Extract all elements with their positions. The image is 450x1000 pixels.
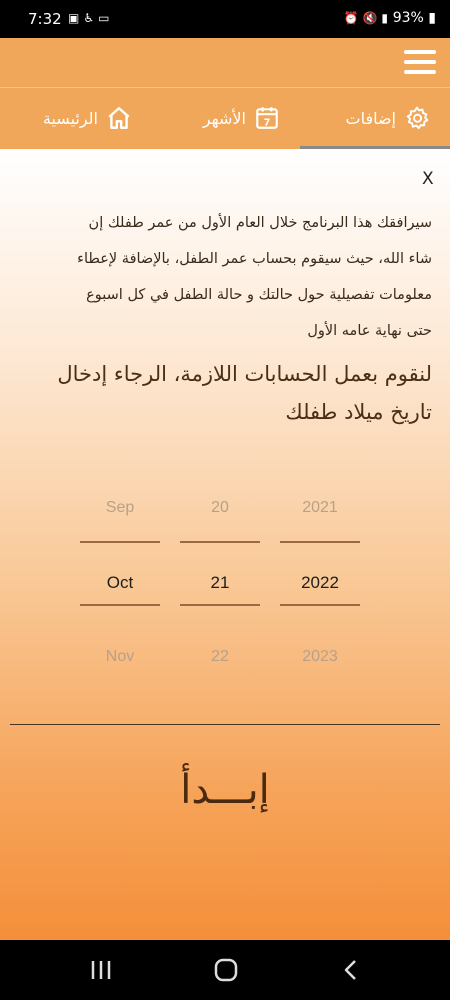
intro-line: شاء الله، حيث سيقوم بحساب عمر الطفل، بال… [77, 251, 432, 267]
prompt-line: تاريخ ميلاد طفلك [285, 400, 432, 424]
battery-percent: 93% [392, 10, 424, 26]
home-nav-icon[interactable] [211, 958, 241, 982]
tab-months-label: الأشهر [202, 108, 246, 128]
picker-divider [180, 541, 260, 543]
day-next[interactable]: 22 [180, 648, 260, 666]
day-prev[interactable]: 20 [180, 499, 260, 517]
gear-icon [406, 106, 429, 130]
status-bar: 7:32 ▣♿▭ ⏰🔇▮ 93% ▮ [0, 0, 450, 38]
picker-divider [80, 604, 160, 606]
recent-apps-icon[interactable] [86, 958, 116, 982]
month-selected[interactable]: Oct [80, 573, 160, 593]
close-button[interactable]: X [422, 169, 434, 189]
content-divider [10, 724, 440, 725]
tab-home-label: الرئيسية [42, 108, 98, 128]
mute-icon: 🔇 [362, 11, 382, 25]
image-icon: ▣ [68, 11, 84, 25]
picker-divider [80, 541, 160, 543]
day-selected[interactable]: 21 [180, 573, 260, 593]
intro-line: حتى نهاية عامه الأول [307, 323, 432, 339]
home-icon [108, 107, 130, 129]
intro-line: سيرافقك هذا البرنامج خلال العام الأول من… [88, 215, 432, 231]
picker-divider [280, 604, 360, 606]
month-prev[interactable]: Sep [80, 499, 160, 517]
tab-home[interactable]: الرئيسية [22, 88, 132, 148]
calendar-badge: 7 [264, 118, 271, 129]
tab-addons-label: إضافات [345, 108, 397, 128]
tab-bar: الرئيسية 7 الأشهر إضافات [0, 88, 450, 148]
month-next[interactable]: Nov [80, 648, 160, 666]
year-prev[interactable]: 2021 [280, 499, 360, 517]
battery-indicator: 93% ▮ [393, 10, 436, 26]
tab-months[interactable]: 7 الأشهر [180, 88, 280, 148]
menu-icon[interactable] [404, 50, 436, 76]
alarm-icon: ⏰ [343, 11, 363, 25]
tab-addons[interactable]: إضافات [330, 88, 430, 148]
picker-divider [280, 541, 360, 543]
birthdate-prompt: لنقوم بعمل الحسابات اللازمة، الرجاء إدخا… [12, 355, 432, 431]
status-time: 7:32 [28, 10, 62, 28]
battery-icon: ▮ [428, 10, 436, 26]
status-right-icons: ⏰🔇▮ [343, 11, 392, 25]
signal-icon: ▮ [381, 11, 392, 25]
status-left-icons: ▣♿▭ [68, 11, 113, 25]
picker-divider [180, 604, 260, 606]
start-button[interactable]: إبـــدأ [120, 767, 330, 827]
intro-text: سيرافقك هذا البرنامج خلال العام الأول من… [12, 205, 432, 349]
year-selected[interactable]: 2022 [280, 573, 360, 593]
calendar-icon: 7 [256, 107, 278, 129]
app-bar [0, 38, 450, 88]
intro-line: معلومات تفصيلية حول حالتك و حالة الطفل ف… [86, 287, 432, 303]
year-next[interactable]: 2023 [280, 648, 360, 666]
birthdate-dialog: X سيرافقك هذا البرنامج خلال العام الأول … [0, 149, 450, 940]
system-nav-bar [0, 940, 450, 1000]
prompt-line: لنقوم بعمل الحسابات اللازمة، الرجاء إدخا… [57, 362, 432, 386]
back-icon[interactable] [336, 958, 366, 982]
accessibility-icon: ♿ [83, 11, 99, 25]
cast-icon: ▭ [98, 11, 114, 25]
